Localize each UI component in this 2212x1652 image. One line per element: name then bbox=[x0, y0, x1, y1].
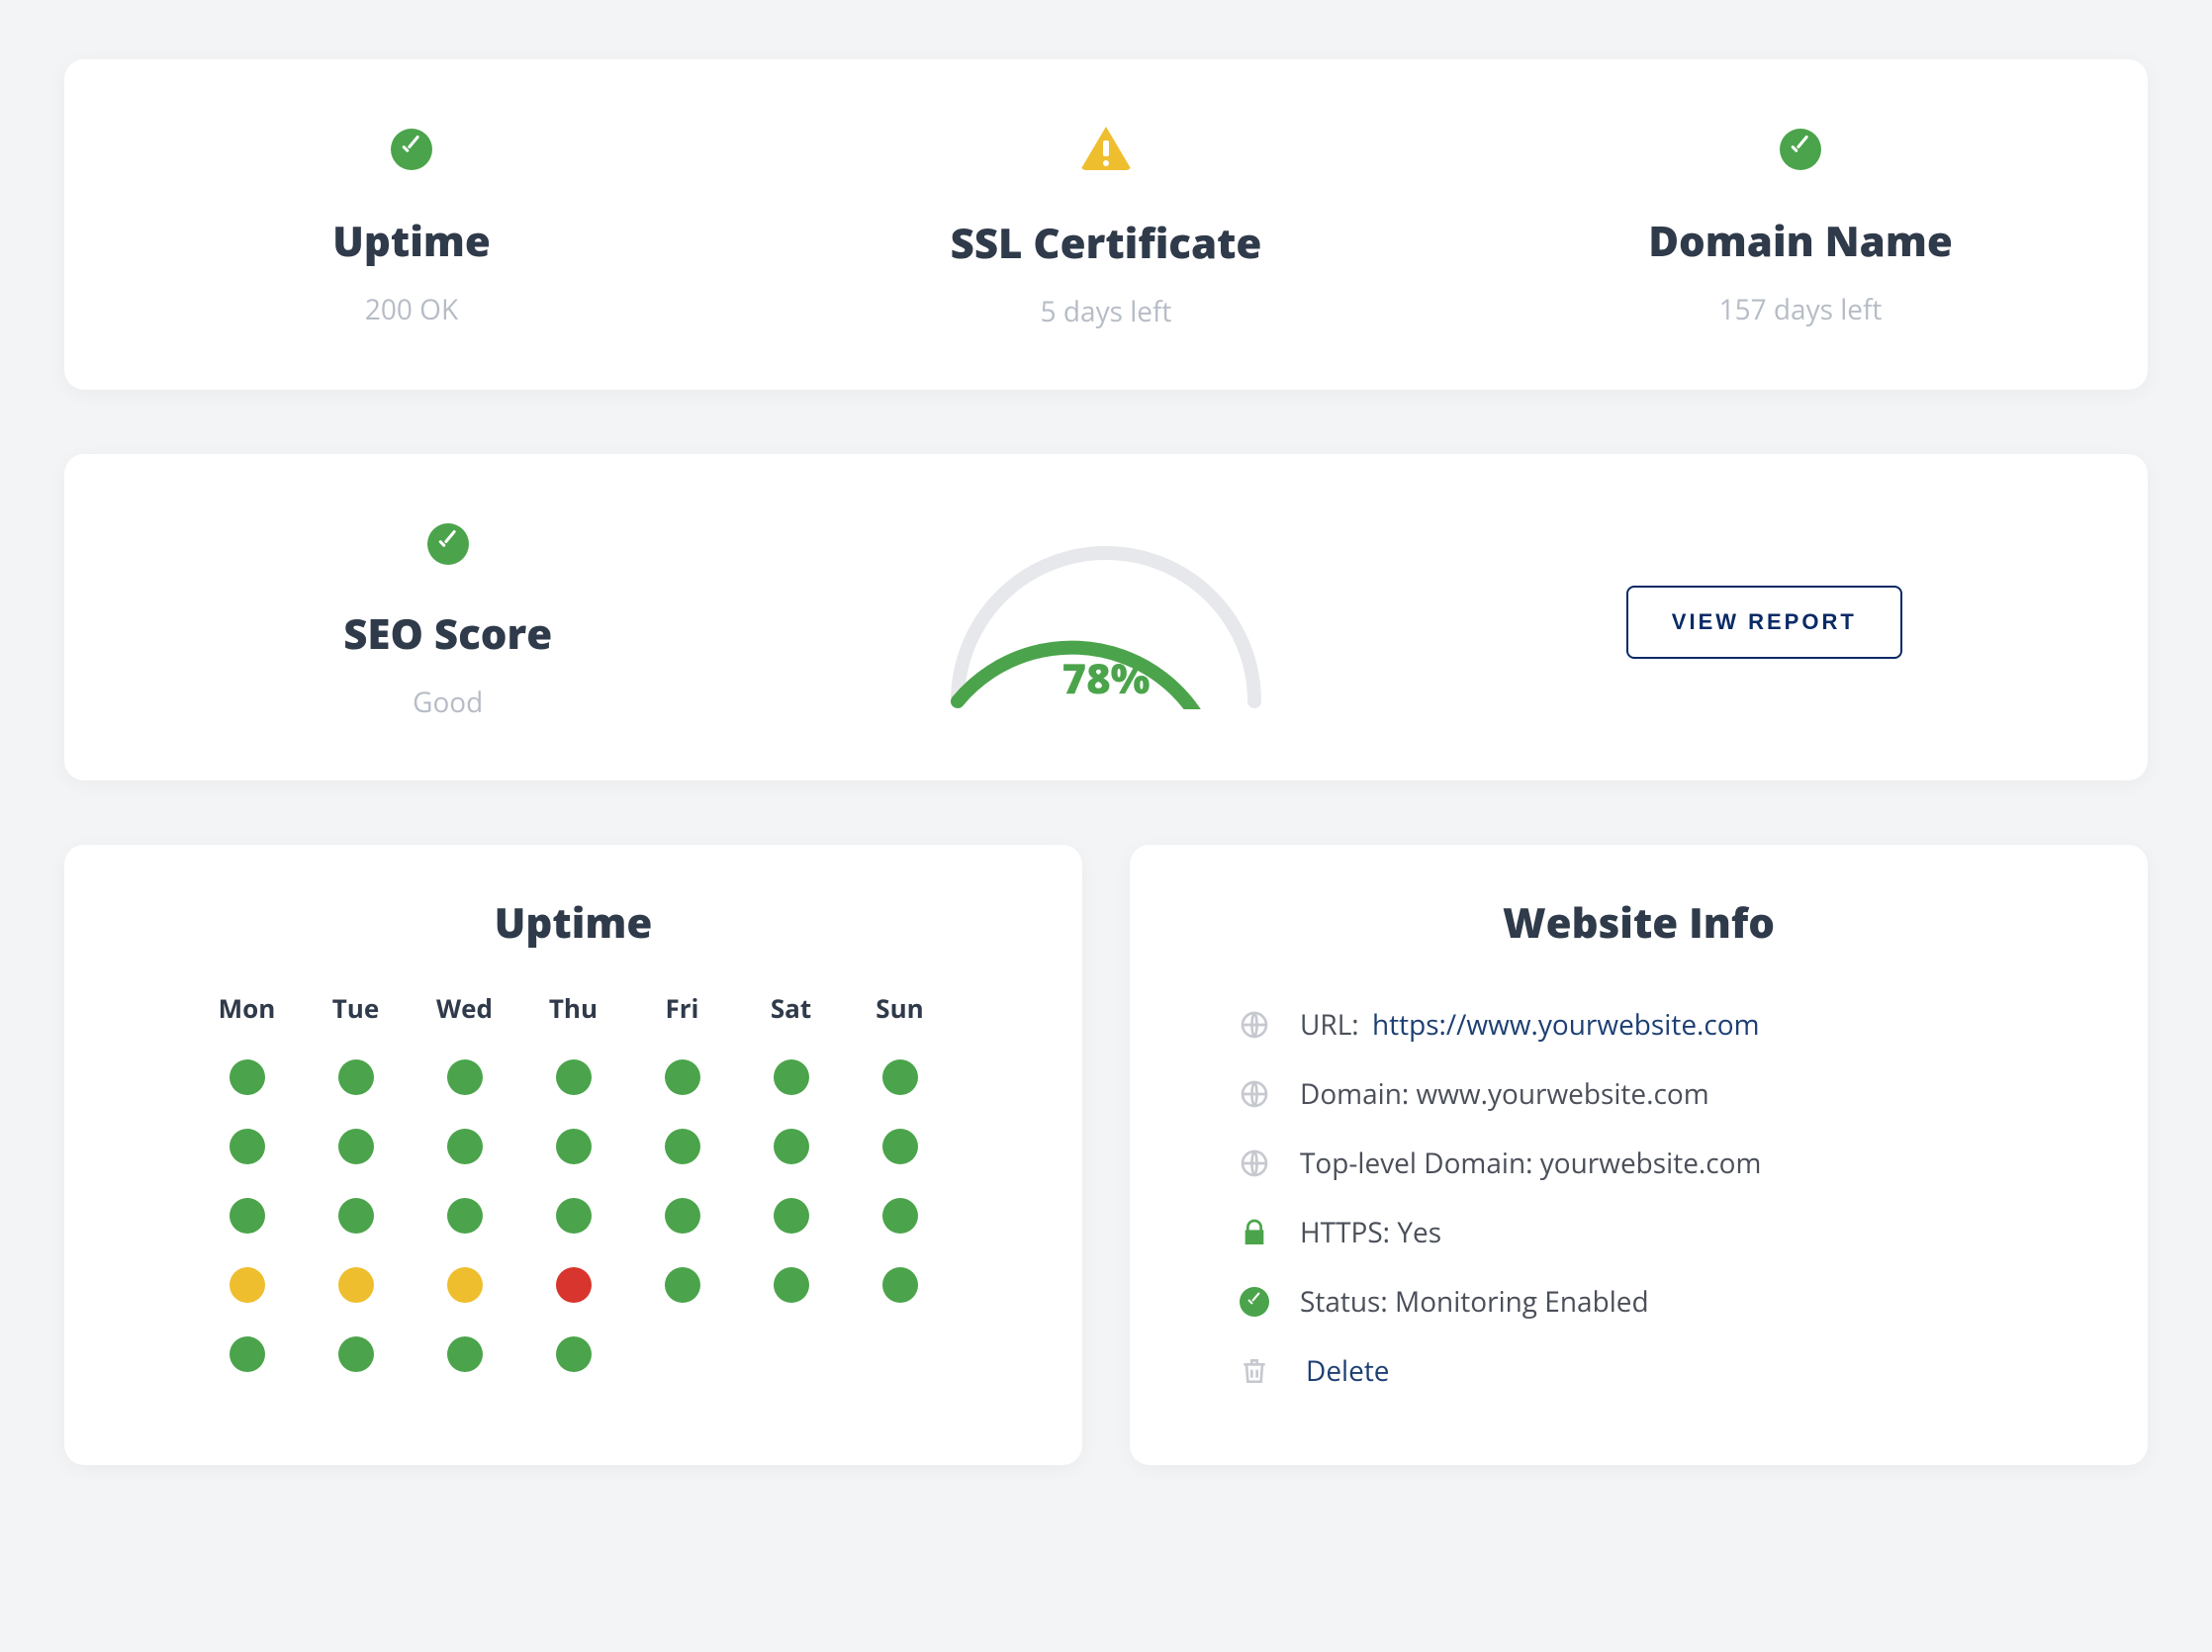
uptime-dot bbox=[665, 1198, 700, 1234]
uptime-dot bbox=[556, 1198, 592, 1234]
uptime-day-head: Sun bbox=[876, 990, 924, 1026]
info-domain: Domain: www.yourwebsite.com bbox=[1239, 1059, 2069, 1129]
info-https: HTTPS: Yes bbox=[1239, 1198, 2069, 1267]
bottom-row: Uptime Mon Tue Wed Thu Fri Sat Sun Website Inf… bbox=[64, 845, 2148, 1465]
info-status: Status: Monitoring Enabled bbox=[1239, 1267, 2069, 1336]
status-uptime-sub: 200 OK bbox=[64, 291, 759, 328]
status-ssl-sub: 5 days left bbox=[759, 293, 1453, 330]
uptime-dot bbox=[774, 1336, 809, 1372]
uptime-dot bbox=[774, 1198, 809, 1234]
uptime-dot bbox=[447, 1336, 483, 1372]
uptime-dot bbox=[230, 1198, 265, 1234]
uptime-dot bbox=[230, 1129, 265, 1164]
status-domain: Domain Name 157 days left bbox=[1453, 129, 2148, 330]
uptime-dot bbox=[338, 1336, 374, 1372]
uptime-day-head: Tue bbox=[332, 990, 380, 1026]
status-ssl-title: SSL Certificate bbox=[759, 215, 1453, 271]
gauge-percent: 78% bbox=[938, 650, 1274, 706]
status-domain-sub: 157 days left bbox=[1453, 291, 2148, 328]
uptime-day-head: Mon bbox=[219, 990, 276, 1026]
info-title: Website Info bbox=[1130, 845, 2148, 990]
uptime-dot bbox=[882, 1198, 918, 1234]
view-report-button[interactable]: VIEW REPORT bbox=[1626, 586, 1902, 659]
uptime-dot bbox=[447, 1267, 483, 1303]
uptime-dot bbox=[556, 1267, 592, 1303]
uptime-dot bbox=[882, 1336, 918, 1372]
seo-gauge: 78% bbox=[772, 531, 1439, 714]
uptime-day-head: Wed bbox=[436, 990, 493, 1026]
uptime-dot bbox=[665, 1059, 700, 1095]
seo-sub: Good bbox=[124, 684, 772, 721]
uptime-dot bbox=[447, 1198, 483, 1234]
uptime-dot bbox=[230, 1267, 265, 1303]
check-icon bbox=[1780, 129, 1821, 170]
uptime-dot bbox=[447, 1129, 483, 1164]
globe-icon bbox=[1239, 1147, 1270, 1179]
info-delete-label: Delete bbox=[1306, 1352, 1390, 1390]
info-status-value: Monitoring Enabled bbox=[1395, 1283, 1649, 1321]
trash-icon bbox=[1239, 1355, 1270, 1387]
status-card: Uptime 200 OK SSL Certificate 5 days lef… bbox=[64, 59, 2148, 390]
uptime-dot bbox=[230, 1059, 265, 1095]
info-url-label: URL: bbox=[1300, 1006, 1366, 1044]
uptime-dot bbox=[774, 1129, 809, 1164]
uptime-dot bbox=[665, 1267, 700, 1303]
status-ssl: SSL Certificate 5 days left bbox=[759, 129, 1453, 330]
website-info-card: Website Info URL: https://www.yourwebsit… bbox=[1130, 845, 2148, 1465]
warning-icon bbox=[1080, 127, 1132, 170]
uptime-dot bbox=[338, 1198, 374, 1234]
status-uptime: Uptime 200 OK bbox=[64, 129, 759, 330]
uptime-dot bbox=[338, 1059, 374, 1095]
info-url-link[interactable]: https://www.yourwebsite.com bbox=[1372, 1006, 1760, 1044]
info-tld-value: yourwebsite.com bbox=[1540, 1145, 1762, 1182]
uptime-dot bbox=[882, 1129, 918, 1164]
seo-card: SEO Score Good 78% VIEW REPORT bbox=[64, 454, 2148, 780]
info-status-label: Status: bbox=[1300, 1283, 1395, 1321]
uptime-day-head: Thu bbox=[549, 990, 598, 1026]
uptime-dot bbox=[665, 1129, 700, 1164]
uptime-day-head: Fri bbox=[665, 990, 698, 1026]
uptime-dot bbox=[230, 1336, 265, 1372]
uptime-card: Uptime Mon Tue Wed Thu Fri Sat Sun bbox=[64, 845, 1082, 1465]
seo-actions: VIEW REPORT bbox=[1440, 586, 2088, 659]
uptime-dot bbox=[882, 1059, 918, 1095]
uptime-dot bbox=[556, 1129, 592, 1164]
uptime-dot bbox=[338, 1267, 374, 1303]
uptime-dot bbox=[556, 1336, 592, 1372]
info-https-value: Yes bbox=[1397, 1214, 1441, 1251]
uptime-dot bbox=[882, 1267, 918, 1303]
seo-summary: SEO Score Good bbox=[124, 523, 772, 721]
info-domain-value: www.yourwebsite.com bbox=[1417, 1075, 1709, 1113]
seo-title: SEO Score bbox=[124, 605, 772, 662]
status-domain-title: Domain Name bbox=[1453, 213, 2148, 269]
uptime-dot bbox=[338, 1129, 374, 1164]
globe-icon bbox=[1239, 1078, 1270, 1110]
info-url: URL: https://www.yourwebsite.com bbox=[1239, 990, 2069, 1059]
info-https-label: HTTPS: bbox=[1300, 1214, 1397, 1251]
uptime-grid: Mon Tue Wed Thu Fri Sat Sun bbox=[193, 990, 955, 1372]
uptime-dot bbox=[665, 1336, 700, 1372]
info-delete[interactable]: Delete bbox=[1239, 1336, 2069, 1406]
status-uptime-title: Uptime bbox=[64, 213, 759, 269]
uptime-dot bbox=[556, 1059, 592, 1095]
info-tld: Top-level Domain: yourwebsite.com bbox=[1239, 1129, 2069, 1198]
info-list: URL: https://www.yourwebsite.com Domain:… bbox=[1130, 990, 2148, 1406]
check-icon bbox=[391, 129, 432, 170]
gauge-chart: 78% bbox=[938, 531, 1274, 714]
uptime-dot bbox=[774, 1059, 809, 1095]
uptime-dot bbox=[774, 1267, 809, 1303]
lock-icon bbox=[1239, 1217, 1270, 1248]
globe-icon bbox=[1239, 1009, 1270, 1041]
check-icon bbox=[427, 523, 469, 565]
info-tld-label: Top-level Domain: bbox=[1300, 1145, 1540, 1182]
uptime-day-head: Sat bbox=[771, 990, 811, 1026]
uptime-dot bbox=[447, 1059, 483, 1095]
check-icon bbox=[1239, 1286, 1270, 1318]
info-domain-label: Domain: bbox=[1300, 1075, 1417, 1113]
uptime-title: Uptime bbox=[64, 845, 1082, 990]
